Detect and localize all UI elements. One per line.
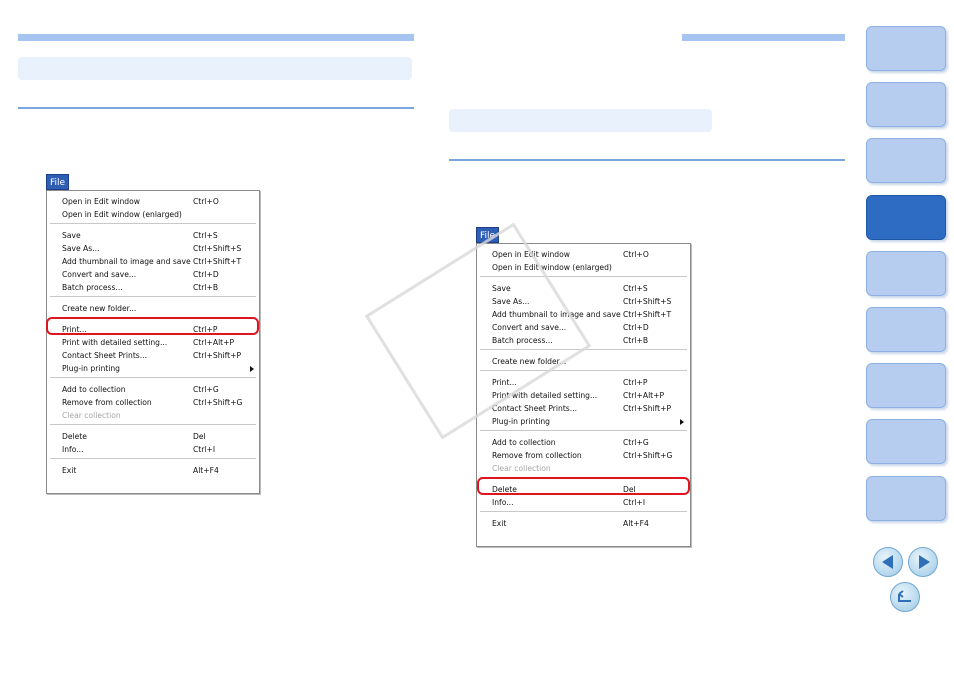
right-divider [449,159,845,161]
menu-item[interactable]: Exit [492,519,506,529]
file-menu-title[interactable]: File [46,174,70,190]
menu-shortcut: Ctrl+I [623,498,646,507]
menu-item[interactable]: Convert and save... [62,270,136,280]
return-button[interactable] [890,582,920,612]
menu-item[interactable]: Add to collection [492,438,556,448]
sidebar-tab[interactable] [866,138,946,183]
menu-shortcut: Ctrl+B [623,336,649,345]
menu-item[interactable]: Plug-in printing [492,417,550,427]
menu-item[interactable]: Open in Edit window [62,197,140,207]
next-page-button[interactable] [908,547,938,577]
menu-item[interactable]: Open in Edit window (enlarged) [62,210,182,220]
menu-shortcut: Ctrl+Shift+T [193,257,242,266]
menu-shortcut: Ctrl+S [193,231,218,240]
menu-shortcut: Ctrl+Shift+S [193,244,242,253]
sidebar-tab[interactable] [866,195,946,240]
menu-separator [480,511,687,512]
menu-item[interactable]: Clear collection [62,411,121,421]
menu-shortcut: Ctrl+Alt+P [193,338,235,347]
menu-item[interactable]: Exit [62,466,76,476]
menu-item[interactable]: Delete [62,432,87,442]
menu-shortcut: Ctrl+O [623,250,649,259]
menu-item[interactable]: Info... [62,445,83,455]
sidebar-tab[interactable] [866,419,946,464]
menu-item[interactable]: Info... [492,498,513,508]
file-menu-dropdown: Open in Edit window Ctrl+O Open in Edit wi… [46,190,260,494]
sidebar-tab[interactable] [866,307,946,352]
submenu-arrow-icon [680,419,684,425]
menu-shortcut: Ctrl+Shift+S [623,297,672,306]
menu-item[interactable]: Save As... [62,244,99,254]
menu-shortcut: Ctrl+Shift+P [193,351,242,360]
sidebar-tab[interactable] [866,26,946,71]
left-header-bar [18,34,414,41]
menu-separator [50,296,256,297]
prev-page-button[interactable] [873,547,903,577]
return-icon [898,590,911,602]
menu-shortcut: Alt+F4 [193,466,219,475]
sidebar-tab[interactable] [866,363,946,408]
menu-shortcut: Alt+F4 [623,519,649,528]
menu-item[interactable]: Add thumbnail to image and save [62,257,191,267]
delete-highlight [477,477,690,495]
menu-item[interactable]: Save [62,231,81,241]
menu-shortcut: Ctrl+D [623,323,649,332]
next-page-icon [919,555,930,569]
right-header-bar [682,34,845,41]
menu-separator [480,430,687,431]
right-subheading-box [449,109,712,132]
menu-shortcut: Ctrl+I [193,445,216,454]
menu-shortcut: Ctrl+P [623,378,648,387]
menu-separator [50,458,256,459]
menu-shortcut: Ctrl+Alt+P [623,391,665,400]
left-subheading-box [18,57,412,80]
menu-shortcut: Del [193,432,206,441]
menu-item[interactable]: Batch process... [62,283,123,293]
sidebar-tab[interactable] [866,476,946,521]
sidebar-tab[interactable] [866,251,946,296]
sidebar-tab[interactable] [866,82,946,127]
menu-separator [50,223,256,224]
menu-shortcut: Ctrl+Shift+G [193,398,243,407]
menu-shortcut: Ctrl+Shift+G [623,451,673,460]
print-highlight [46,317,259,335]
menu-shortcut: Ctrl+Shift+T [623,310,672,319]
menu-item[interactable]: Plug-in printing [62,364,120,374]
menu-shortcut: Ctrl+G [623,438,649,447]
menu-item[interactable]: Remove from collection [492,451,582,461]
menu-item[interactable]: Clear collection [492,464,551,474]
submenu-arrow-icon [250,366,254,372]
menu-item[interactable]: Contact Sheet Prints... [62,351,147,361]
menu-shortcut: Ctrl+O [193,197,219,206]
menu-shortcut: Ctrl+B [193,283,219,292]
menu-separator [50,424,256,425]
menu-shortcut: Ctrl+G [193,385,219,394]
menu-shortcut: Ctrl+S [623,284,648,293]
prev-page-icon [882,555,893,569]
menu-item[interactable]: Add to collection [62,385,126,395]
left-divider [18,107,414,109]
menu-item[interactable]: Print with detailed setting... [62,338,167,348]
menu-separator [50,377,256,378]
menu-item[interactable]: Create new folder... [62,304,136,314]
menu-shortcut: Ctrl+D [193,270,219,279]
menu-shortcut: Ctrl+Shift+P [623,404,672,413]
menu-item[interactable]: Contact Sheet Prints... [492,404,577,414]
menu-item[interactable]: Remove from collection [62,398,152,408]
